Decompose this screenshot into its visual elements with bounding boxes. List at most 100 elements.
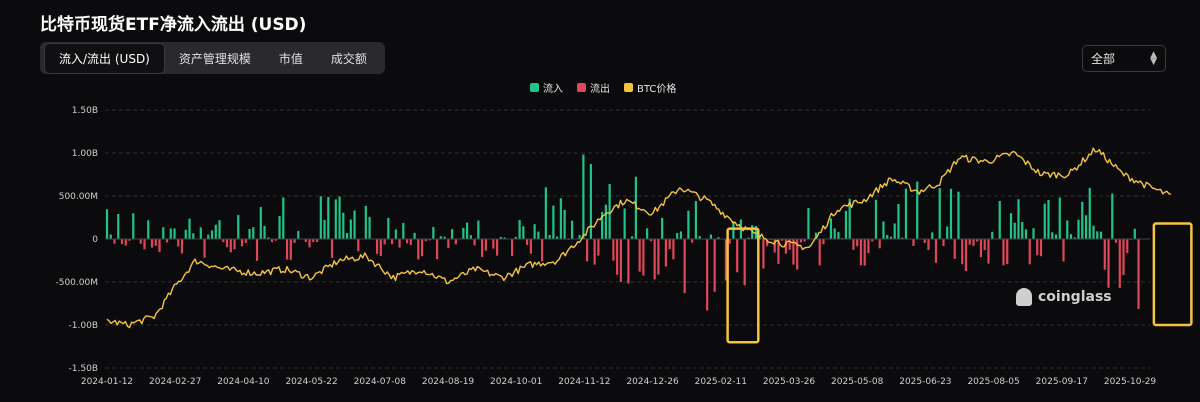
inflow-bar: [949, 188, 953, 239]
inflow-bar: [931, 232, 934, 239]
outflow-bar: [934, 239, 938, 263]
outflow-bar: [1122, 239, 1125, 276]
outflow-bar: [856, 239, 859, 247]
inflow-bar: [537, 231, 540, 239]
inflow-bar: [282, 197, 285, 239]
inflow-bar: [559, 198, 562, 239]
outflow-bar: [953, 239, 956, 259]
outflow-bar: [728, 239, 731, 244]
inflow-bar: [132, 213, 135, 239]
outflow-bar: [1114, 239, 1118, 243]
inflow-bar: [709, 234, 713, 239]
outflow-bar: [180, 239, 184, 254]
x-tick-label: 2025-09-17: [1036, 377, 1088, 387]
inflow-bar: [552, 205, 555, 239]
outflow-bar: [987, 239, 990, 264]
inflow-bar: [1032, 228, 1035, 239]
outflow-bar: [375, 239, 379, 254]
inflow-bar: [833, 228, 836, 239]
outflow-bar: [972, 239, 975, 246]
inflow-bar: [469, 235, 472, 239]
inflow-bar: [252, 227, 255, 239]
outflow-bar: [405, 239, 409, 244]
outflow-bar: [293, 239, 296, 243]
inflow-bar: [477, 220, 480, 239]
x-tick-label: 2024-07-08: [354, 377, 407, 387]
inflow-bar: [394, 229, 397, 239]
outflow-bar: [177, 239, 180, 247]
outflow-bar: [964, 239, 968, 272]
outflow-bar: [165, 239, 169, 243]
inflow-bar: [886, 235, 889, 239]
outflow-bar: [113, 239, 116, 244]
outflow-bar: [799, 239, 803, 243]
x-tick-label: 2024-01-12: [81, 377, 133, 387]
inflow-bar: [188, 218, 191, 239]
outflow-bar: [619, 239, 622, 282]
inflow-bar: [364, 205, 367, 239]
inflow-bar: [432, 226, 435, 239]
inflow-bar: [1069, 234, 1073, 239]
outflow-bar: [244, 239, 247, 243]
outflow-bar: [203, 239, 206, 258]
outflow-bar: [852, 239, 855, 250]
outflow-bar: [481, 239, 484, 257]
inflow-bar: [893, 223, 896, 239]
inflow-bar: [582, 154, 585, 239]
outflow-bar: [968, 239, 971, 245]
inflow-bar: [589, 164, 592, 239]
inflow-bar: [946, 226, 949, 239]
outflow-bar: [454, 239, 457, 245]
outflow-bar: [229, 239, 232, 253]
outflow-bar: [357, 239, 360, 252]
outflow-bar: [616, 239, 619, 275]
outflow-bar: [409, 239, 412, 246]
outflow-bar: [961, 239, 964, 265]
inflow-bar: [297, 230, 300, 239]
inflow-bar: [1009, 213, 1013, 239]
inflow-bar: [1043, 203, 1046, 239]
inflow-bar: [998, 200, 1001, 239]
inflow-bar: [646, 228, 649, 239]
outflow-bar: [664, 239, 667, 267]
inflow-bar: [1021, 221, 1024, 239]
inflow-bar: [1133, 228, 1136, 239]
outflow-bar: [484, 239, 487, 251]
inflow-bar: [1077, 219, 1080, 239]
outflow-bar: [1039, 239, 1043, 257]
x-tick-label: 2024-11-12: [558, 377, 610, 387]
inflow-bar: [117, 213, 120, 239]
outflow-bar: [586, 239, 589, 262]
inflow-bar: [623, 208, 626, 239]
outflow-bar: [233, 239, 236, 250]
inflow-bar: [169, 228, 172, 239]
outflow-bar: [417, 239, 420, 260]
outflow-bar: [255, 239, 259, 261]
y-tick-label: -1.50B: [69, 364, 98, 374]
outflow-bar: [867, 239, 870, 254]
inflow-bar: [548, 235, 551, 239]
inflow-bar: [844, 210, 848, 239]
inflow-bar: [450, 229, 454, 239]
inflow-bar: [661, 217, 664, 239]
outflow-bar: [822, 239, 825, 245]
inflow-bar: [109, 234, 112, 239]
inflow-bar: [1084, 215, 1088, 239]
inflow-bar: [807, 208, 810, 239]
outflow-bar: [154, 239, 157, 246]
inflow-bar: [387, 217, 390, 239]
outflow-bar: [447, 239, 450, 249]
outflow-bar: [383, 239, 386, 245]
inflow-bar: [522, 226, 525, 239]
outflow-bar: [225, 239, 229, 248]
inflow-bar: [162, 227, 165, 239]
x-tick-label: 2024-02-27: [149, 377, 201, 387]
inflow-bar: [345, 233, 349, 239]
x-tick-label: 2024-04-10: [217, 377, 270, 387]
inflow-bar: [578, 234, 581, 239]
inflow-bar: [904, 188, 908, 239]
inflow-bar: [278, 216, 281, 239]
outflow-bar: [642, 239, 645, 276]
x-tick-label: 2024-05-22: [285, 377, 337, 387]
outflow-bar: [863, 239, 866, 266]
